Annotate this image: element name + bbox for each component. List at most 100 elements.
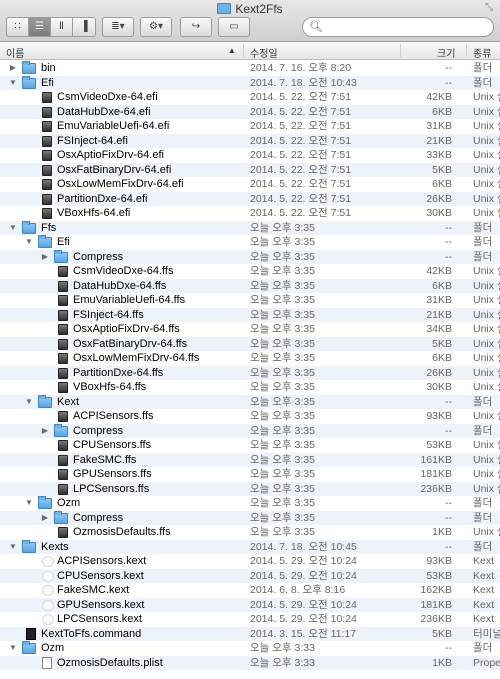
name-column-header[interactable]: 이름 (6, 45, 24, 60)
file-size: 42KB (426, 91, 452, 103)
search-field[interactable]: 🔍︎ (302, 17, 494, 37)
file-row[interactable]: EmuVariableUefi-64.efi 2014. 5. 22. 오전 7:… (0, 119, 500, 134)
file-kind: Kext (473, 584, 495, 596)
tags-button[interactable]: ▭ (218, 17, 250, 37)
disclosure-expanded-icon[interactable]: ▼ (24, 496, 34, 511)
file-row[interactable]: OsxLowMemFixDrv-64.ffs 오늘 오후 3:35 6KB Unix … (0, 351, 500, 366)
file-row[interactable]: OsxAptioFixDrv-64.efi 2014. 5. 22. 오전 7:5… (0, 148, 500, 163)
disclosure-expanded-icon[interactable]: ▼ (8, 76, 18, 91)
fullscreen-icon[interactable]: ⤡ (485, 3, 495, 13)
executable-file-icon (58, 440, 68, 451)
view-mode-segmented[interactable]: ∷ ☰ Ⅱ ▐ (6, 17, 96, 37)
column-divider[interactable] (400, 44, 401, 57)
disclosure-collapsed-icon[interactable]: ▶ (8, 61, 18, 76)
file-row[interactable]: ACPISensors.ffs 오늘 오후 3:35 93KB Unix 실 (0, 409, 500, 424)
disclosure-expanded-icon[interactable]: ▼ (8, 221, 18, 236)
file-kind: 폴더 (473, 424, 493, 437)
share-button[interactable]: ↪ (180, 17, 212, 37)
file-row[interactable]: ▶ Compress 오늘 오후 3:35 -- 폴더 (0, 249, 500, 265)
folder-icon (22, 539, 36, 553)
column-view-button[interactable]: Ⅱ (51, 18, 73, 36)
file-size: 21KB (426, 308, 452, 321)
action-button[interactable]: ⚙▾ (140, 17, 172, 37)
file-row[interactable]: CsmVideoDxe-64.efi 2014. 5. 22. 오전 7:51 42… (0, 90, 500, 105)
file-row[interactable]: ACPISensors.kext 2014. 5. 29. 오전 10:24 93K… (0, 554, 500, 569)
folder-icon (22, 641, 36, 654)
file-row[interactable]: OsxAptioFixDrv-64.ffs 오늘 오후 3:35 34KB Unix … (0, 322, 500, 337)
file-name: OsxFatBinaryDrv-64.efi (57, 163, 172, 176)
file-row[interactable]: ▼ Efi 오늘 오후 3:35 -- 폴더 (0, 235, 500, 250)
file-row[interactable]: KextToFfs.command 2014. 3. 15. 오전 11:17 5K… (0, 626, 500, 641)
file-size: 93KB (426, 410, 452, 422)
file-row[interactable]: ▼ Ozm 오늘 오후 3:35 -- 폴더 (0, 496, 500, 511)
file-size: 1KB (432, 526, 452, 538)
file-row[interactable]: ▶ bin 2014. 7. 16. 오후 8:20 -- 폴더 (0, 61, 500, 76)
file-row[interactable]: ▶ Compress 오늘 오후 3:35 -- 폴더 (0, 423, 500, 439)
modified-date: 2014. 5. 29. 오전 10:24 (250, 555, 357, 567)
column-divider[interactable] (243, 44, 244, 57)
modified-date: 2014. 5. 22. 오전 7:51 (250, 134, 352, 147)
file-size: 6KB (432, 352, 452, 364)
file-row[interactable]: FSInject-64.ffs 오늘 오후 3:35 21KB Unix 실 (0, 307, 500, 322)
file-row[interactable]: OsxFatBinaryDrv-64.efi 2014. 5. 22. 오전 7:… (0, 162, 500, 177)
executable-file-icon (58, 527, 68, 538)
file-row[interactable]: GPUSensors.ffs 오늘 오후 3:35 181KB Unix 실 (0, 467, 500, 482)
modified-date: 오늘 오후 3:35 (250, 395, 315, 408)
file-row[interactable]: LPCSensors.ffs 오늘 오후 3:35 236KB Unix 실 (0, 481, 500, 496)
disclosure-collapsed-icon[interactable]: ▶ (40, 250, 50, 265)
arrange-button[interactable]: ≣▾ (102, 17, 134, 37)
disclosure-collapsed-icon[interactable]: ▶ (40, 511, 50, 526)
kind-column-header[interactable]: 종류 (473, 45, 491, 60)
coverflow-view-button[interactable]: ▐ (73, 18, 95, 36)
modified-date: 오늘 오후 3:35 (250, 337, 315, 350)
file-size: -- (445, 511, 452, 524)
file-row[interactable]: CsmVideoDxe-64.ffs 오늘 오후 3:35 42KB Unix 실 (0, 264, 500, 279)
modified-date: 오늘 오후 3:35 (250, 294, 315, 306)
executable-file-icon (58, 309, 68, 321)
disclosure-expanded-icon[interactable]: ▼ (24, 235, 34, 250)
kext-bundle-icon (42, 614, 54, 625)
disclosure-expanded-icon[interactable]: ▼ (8, 540, 18, 555)
file-row[interactable]: GPUSensors.kext 2014. 5. 29. 오전 10:24 181K… (0, 597, 500, 612)
file-row[interactable]: CPUSensors.ffs 오늘 오후 3:35 53KB Unix 실 (0, 438, 500, 453)
file-row[interactable]: ▼ Ffs 오늘 오후 3:35 -- 폴더 (0, 220, 500, 236)
disclosure-expanded-icon[interactable]: ▼ (24, 395, 34, 410)
file-row[interactable]: ▼ Kext 오늘 오후 3:35 -- 폴더 (0, 394, 500, 410)
file-row[interactable]: OsxFatBinaryDrv-64.ffs 오늘 오후 3:35 5KB Unix … (0, 336, 500, 351)
disclosure-expanded-icon[interactable]: ▼ (8, 641, 18, 656)
file-row[interactable]: LPCSensors.kext 2014. 5. 29. 오전 10:24 236K… (0, 612, 500, 627)
date-column-header[interactable]: 수정일 (250, 45, 278, 60)
modified-date: 2014. 5. 29. 오전 10:24 (250, 569, 357, 582)
file-row[interactable]: OsxLowMemFixDrv-64.efi 2014. 5. 22. 오전 7:… (0, 177, 500, 192)
file-row[interactable]: PartitionDxe-64.ffs 오늘 오후 3:35 26KB Unix 실 (0, 365, 500, 380)
file-row[interactable]: DataHubDxe-64.efi 2014. 5. 22. 오전 7:51 6KB… (0, 104, 500, 119)
file-row[interactable]: ▼ Efi 2014. 7. 18. 오전 10:43 -- 폴더 (0, 75, 500, 91)
file-row[interactable]: OzmosisDefaults.plist 오늘 오후 3:33 1KB Prope (0, 655, 500, 670)
file-kind: Kext (473, 555, 495, 567)
file-row[interactable]: ▼ Kexts 2014. 7. 18. 오전 10:45 -- 폴더 (0, 539, 500, 555)
file-kind: Unix 실 (473, 453, 500, 466)
file-row[interactable]: VBoxHfs-64.efi 2014. 5. 22. 오전 7:51 30KB Un… (0, 206, 500, 221)
file-row[interactable]: FSInject-64.efi 2014. 5. 22. 오전 7:51 21KB U… (0, 133, 500, 148)
file-row[interactable]: ▼ Ozm 오늘 오후 3:33 -- 폴더 (0, 641, 500, 656)
file-row[interactable]: FakeSMC.kext 2014. 6. 8. 오후 8:16 162KB Kext (0, 583, 500, 598)
window-title-text: Kext2Ffs (235, 2, 283, 16)
file-row[interactable]: ▶ Compress 오늘 오후 3:35 -- 폴더 (0, 510, 500, 526)
file-row[interactable]: DataHubDxe-64.ffs 오늘 오후 3:35 6KB Unix 실 (0, 278, 500, 293)
executable-file-icon (58, 295, 68, 306)
icon-view-button[interactable]: ∷ (7, 18, 29, 36)
file-row[interactable]: FakeSMC.ffs 오늘 오후 3:35 161KB Unix 실 (0, 452, 500, 467)
column-divider[interactable] (466, 44, 467, 57)
file-row[interactable]: EmuVariableUefi-64.ffs 오늘 오후 3:35 31KB Unix… (0, 293, 500, 308)
file-name: CPUSensors.kext (57, 569, 144, 582)
size-column-header[interactable]: 크기 (437, 45, 455, 60)
file-kind: Unix 실 (473, 192, 500, 205)
disclosure-collapsed-icon[interactable]: ▶ (40, 424, 50, 439)
file-row[interactable]: CPUSensors.kext 2014. 5. 29. 오전 10:24 53KB… (0, 568, 500, 583)
list-view-button[interactable]: ☰ (29, 18, 51, 36)
file-row[interactable]: OzmosisDefaults.ffs 오늘 오후 3:35 1KB Unix 실 (0, 525, 500, 540)
titlebar: Kext2Ffs ⤡ ∷ ☰ Ⅱ ▐ ≣▾ ⚙▾ ↪ ▭ 🔍︎ (0, 0, 500, 42)
file-kind: 폴더 (473, 221, 493, 234)
file-row[interactable]: PartitionDxe-64.efi 2014. 5. 22. 오전 7:51 2… (0, 191, 500, 206)
file-row[interactable]: VBoxHfs-64.ffs 오늘 오후 3:35 30KB Unix 실 (0, 380, 500, 395)
